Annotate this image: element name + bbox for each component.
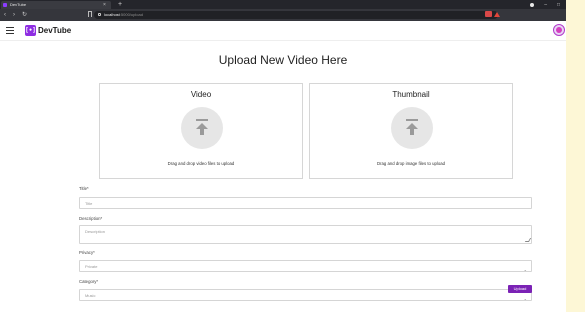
thumbnail-dropzone[interactable]: Thumbnail Drag and drop image files to u… <box>309 83 513 179</box>
extension-icon[interactable] <box>485 11 492 17</box>
background-strip <box>566 0 585 312</box>
privacy-select[interactable]: Private ⌄ <box>79 260 532 272</box>
description-placeholder: Description <box>85 229 106 234</box>
tab-close-icon[interactable]: × <box>103 2 106 8</box>
privacy-label: Privacy* <box>79 250 95 255</box>
hamburger-menu-icon[interactable] <box>6 27 14 34</box>
logo-text[interactable]: DevTube <box>38 25 71 36</box>
privacy-value: Private <box>85 264 98 269</box>
title-input[interactable]: Title <box>79 197 532 209</box>
url-field[interactable]: localhost:5000/upload <box>94 11 498 19</box>
category-value: Music <box>85 293 96 298</box>
logo-mark[interactable]: [•] <box>25 25 36 36</box>
upload-arrow-icon[interactable] <box>391 107 433 149</box>
reload-button[interactable]: ↻ <box>22 11 27 19</box>
thumbnail-dropzone-title: Thumbnail <box>392 90 430 99</box>
thumbnail-dropzone-hint: Drag and drop image files to upload <box>376 161 446 166</box>
description-textarea[interactable]: Description <box>79 225 532 244</box>
chevron-down-icon: ⌄ <box>523 296 527 301</box>
category-label: Category* <box>79 279 99 284</box>
forward-button[interactable]: › <box>13 11 15 19</box>
site-info-icon[interactable] <box>98 13 101 16</box>
video-dropzone-title: Video <box>190 90 212 99</box>
window-controls: – □ <box>530 0 560 9</box>
warning-icon[interactable] <box>494 12 500 17</box>
new-tab-button[interactable]: + <box>118 0 122 9</box>
maximize-button[interactable]: □ <box>557 2 560 8</box>
user-avatar-icon[interactable] <box>553 24 565 36</box>
description-label: Description* <box>79 216 103 221</box>
video-dropzone-hint: Drag and drop video files to upload <box>167 161 235 166</box>
upload-button[interactable]: Upload <box>508 285 532 293</box>
minimize-button[interactable]: – <box>544 2 547 8</box>
browser-tab-bar: DevTube × + – □ <box>0 0 566 9</box>
resize-grip-icon[interactable] <box>524 238 532 242</box>
url-path: :5000/upload <box>119 12 143 17</box>
chevron-down-icon: ⌄ <box>523 267 527 272</box>
browser-address-bar: ‹ › ↻ localhost:5000/upload <box>0 9 566 21</box>
back-button[interactable]: ‹ <box>4 11 6 19</box>
browser-tab[interactable]: DevTube × <box>1 1 111 9</box>
profile-icon[interactable] <box>530 2 535 7</box>
page-title: Upload New Video Here <box>218 53 348 67</box>
category-select[interactable]: Music ⌄ <box>79 289 532 301</box>
app-navbar: [•] DevTube <box>0 21 566 41</box>
tab-title: DevTube <box>10 2 27 7</box>
video-dropzone[interactable]: Video Drag and drop video files to uploa… <box>99 83 303 179</box>
url-text: localhost:5000/upload <box>104 12 143 18</box>
page-content: [•] DevTube Upload New Video Here Video … <box>0 21 566 312</box>
upload-arrow-icon[interactable] <box>181 107 223 149</box>
bookmark-icon[interactable] <box>88 11 92 17</box>
devtube-favicon-icon <box>3 3 7 7</box>
url-host: localhost <box>104 12 120 17</box>
title-label: Title* <box>79 186 89 191</box>
